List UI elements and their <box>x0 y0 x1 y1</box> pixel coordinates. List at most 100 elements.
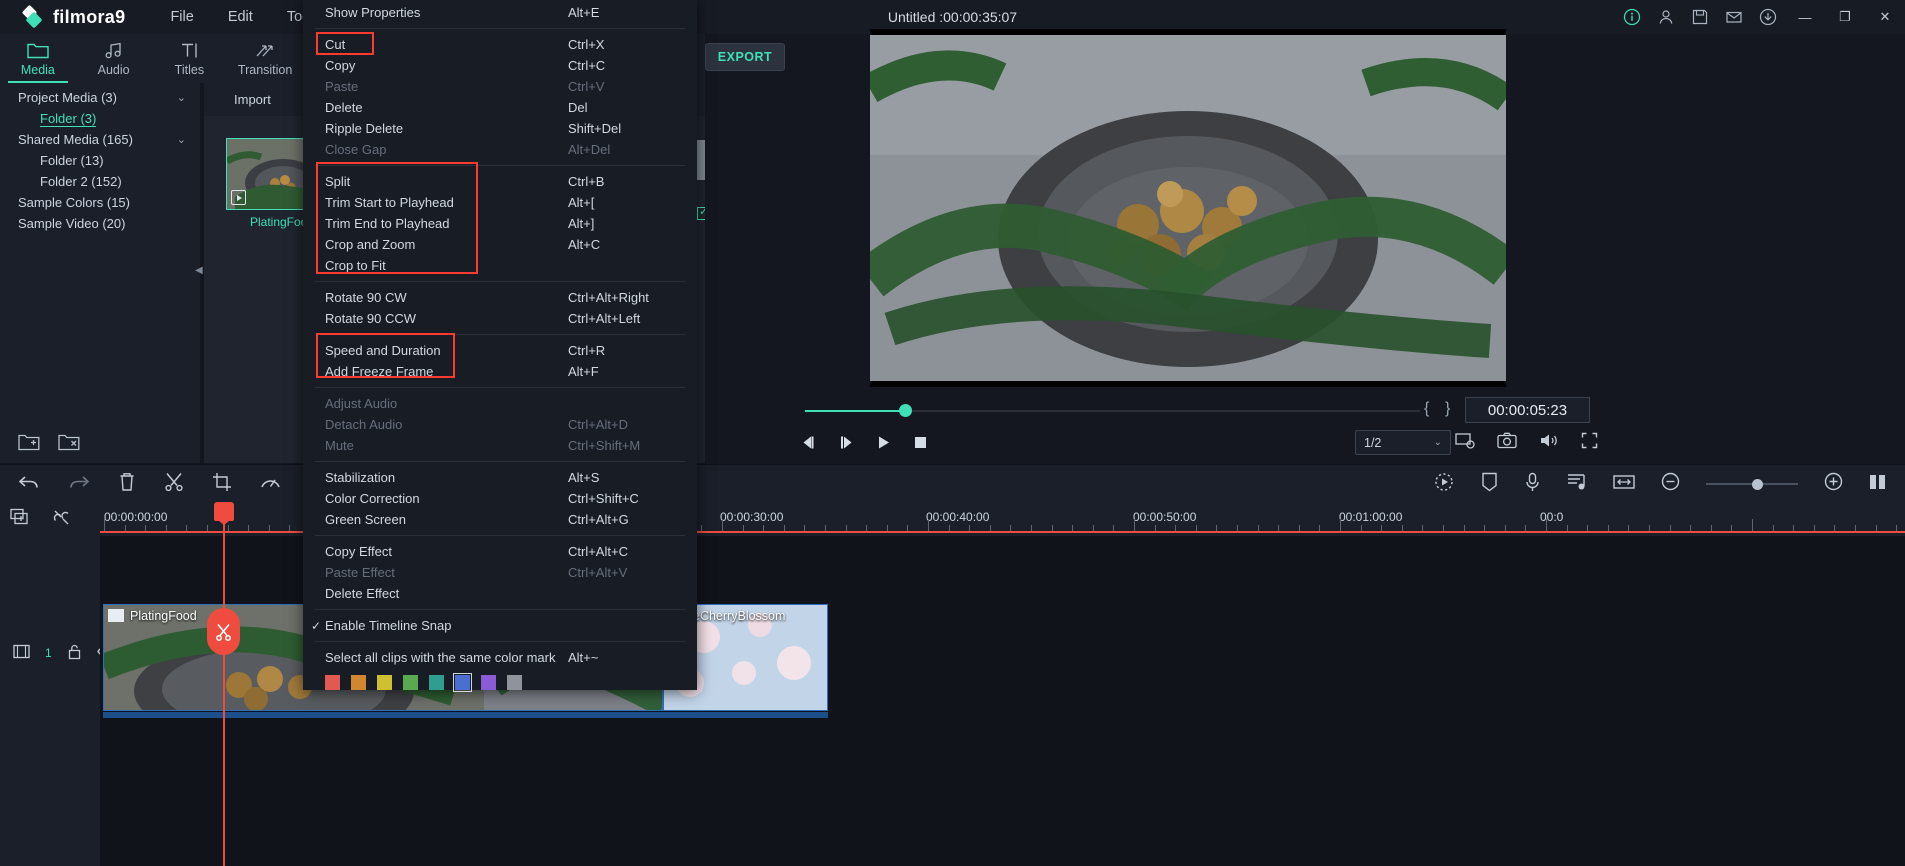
tree-item-sample-colors[interactable]: Sample Colors (15) <box>0 192 200 213</box>
redo-icon[interactable] <box>68 473 90 496</box>
tree-item-folder-13[interactable]: Folder (13) <box>0 150 200 171</box>
seek-handle[interactable] <box>899 404 912 417</box>
menu-item-ripple-delete[interactable]: Ripple Delete Shift+Del <box>303 118 697 139</box>
menu-item-green-screen[interactable]: Green Screen Ctrl+Alt+G <box>303 509 697 530</box>
menu-item-select-all-clips-with-the-same-color-mark[interactable]: Select all clips with the same color mar… <box>303 647 697 668</box>
import-button[interactable]: Import <box>234 92 271 107</box>
marker-icon[interactable] <box>1481 472 1498 497</box>
color-mark-swatch[interactable] <box>429 675 444 690</box>
menu-item-rotate-90-cw[interactable]: Rotate 90 CW Ctrl+Alt+Right <box>303 287 697 308</box>
menu-item-delete-effect[interactable]: Delete Effect <box>303 583 697 604</box>
mark-out-icon[interactable]: } <box>1445 400 1450 418</box>
audio-mix-icon[interactable] <box>1567 472 1587 497</box>
maximize-button[interactable]: ❐ <box>1825 0 1865 34</box>
volume-icon[interactable] <box>1539 432 1559 454</box>
tab-media[interactable]: Media <box>0 34 76 83</box>
split-at-playhead-button[interactable] <box>207 608 240 655</box>
playhead-handle[interactable] <box>214 502 234 525</box>
mic-icon[interactable] <box>1524 472 1541 497</box>
timeline-zoom-slider[interactable] <box>1706 477 1798 491</box>
save-icon[interactable] <box>1683 0 1717 34</box>
lock-icon[interactable] <box>67 644 82 663</box>
chevron-down-icon[interactable]: ⌄ <box>177 91 186 104</box>
delete-folder-icon[interactable] <box>58 433 80 456</box>
clip-context-menu[interactable]: Show Properties Alt+E Cut Ctrl+X Copy Ctrl+C P… <box>303 0 697 692</box>
menu-item-trim-end-to-playhead[interactable]: Trim End to Playhead Alt+] <box>303 213 697 234</box>
render-preview-icon[interactable] <box>1455 432 1475 454</box>
video-preview[interactable] <box>870 29 1506 387</box>
next-frame-icon[interactable] <box>838 435 855 455</box>
crop-icon[interactable] <box>212 472 232 497</box>
menu-item-delete[interactable]: Delete Del <box>303 97 697 118</box>
tab-titles[interactable]: Titles <box>152 34 228 83</box>
tree-item-sample-video[interactable]: Sample Video (20) <box>0 213 200 234</box>
menu-file[interactable]: File <box>153 0 210 34</box>
fullscreen-icon[interactable] <box>1581 432 1598 454</box>
download-icon[interactable] <box>1751 0 1785 34</box>
menu-item-speed-and-duration[interactable]: Speed and Duration Ctrl+R <box>303 340 697 361</box>
menu-item-cut[interactable]: Cut Ctrl+X <box>303 34 697 55</box>
tab-audio[interactable]: Audio <box>76 34 152 83</box>
play-icon[interactable] <box>876 435 892 455</box>
preview-ratio-select[interactable]: 1/2 ⌄ <box>1355 430 1451 455</box>
chevron-down-icon[interactable]: ⌄ <box>1434 437 1442 448</box>
preview-seek-bar[interactable]: { } <box>800 400 1450 422</box>
tree-item-project-media[interactable]: Project Media (3) ⌄ <box>0 87 200 108</box>
stop-icon[interactable] <box>913 435 928 455</box>
menu-item-trim-start-to-playhead[interactable]: Trim Start to Playhead Alt+[ <box>303 192 697 213</box>
menu-item-crop-and-zoom[interactable]: Crop and Zoom Alt+C <box>303 234 697 255</box>
fit-timeline-icon[interactable] <box>1613 473 1635 496</box>
color-mark-swatch[interactable] <box>481 675 496 690</box>
menu-item-stabilization[interactable]: Stabilization Alt+S <box>303 467 697 488</box>
mark-in-icon[interactable]: { <box>1424 400 1429 418</box>
new-folder-icon[interactable] <box>18 433 40 456</box>
add-track-icon[interactable] <box>10 508 32 531</box>
export-button[interactable]: EXPORT <box>705 43 785 71</box>
color-mark-swatch[interactable] <box>403 675 418 690</box>
menu-item-crop-to-fit[interactable]: Crop to Fit <box>303 255 697 276</box>
color-mark-swatch[interactable] <box>507 675 522 690</box>
color-mark-swatch[interactable] <box>325 675 340 690</box>
timeline-view-icon[interactable] <box>1869 473 1887 496</box>
speed-icon[interactable] <box>260 473 281 496</box>
menu-item-label: Delete Effect <box>325 586 400 601</box>
zoom-in-icon[interactable] <box>1824 472 1843 496</box>
tree-item-folder2-152[interactable]: Folder 2 (152) <box>0 171 200 192</box>
tab-transition[interactable]: Transition <box>227 34 303 83</box>
menu-item-copy-effect[interactable]: Copy Effect Ctrl+Alt+C <box>303 541 697 562</box>
timeline-playhead[interactable] <box>207 502 240 866</box>
render-icon[interactable] <box>1433 472 1455 497</box>
close-button[interactable]: ✕ <box>1865 0 1905 34</box>
tree-item-shared-media[interactable]: Shared Media (165) ⌄ <box>0 129 200 150</box>
delete-icon[interactable] <box>118 472 136 496</box>
unlink-icon[interactable] <box>52 508 72 531</box>
mail-icon[interactable] <box>1717 0 1751 34</box>
menu-item-color-correction[interactable]: Color Correction Ctrl+Shift+C <box>303 488 697 509</box>
menu-item-rotate-90-ccw[interactable]: Rotate 90 CCW Ctrl+Alt+Left <box>303 308 697 329</box>
snapshot-icon[interactable] <box>1497 432 1517 454</box>
info-icon[interactable] <box>1615 0 1649 34</box>
menu-item-add-freeze-frame[interactable]: Add Freeze Frame Alt+F <box>303 361 697 382</box>
collapse-panel-icon[interactable]: ◀ <box>195 265 203 276</box>
undo-icon[interactable] <box>18 473 40 496</box>
menu-edit[interactable]: Edit <box>211 0 270 34</box>
zoom-out-icon[interactable] <box>1661 472 1680 496</box>
chevron-down-icon[interactable]: ⌄ <box>177 133 186 146</box>
color-mark-swatch[interactable] <box>453 673 472 692</box>
color-mark-swatch[interactable] <box>351 675 366 690</box>
menu-item-shortcut: Ctrl+Alt+C <box>568 544 628 559</box>
menu-item-show-properties[interactable]: Show Properties Alt+E <box>303 2 697 23</box>
color-mark-swatch[interactable] <box>377 675 392 690</box>
preview-timecode[interactable]: 00:00:05:23 <box>1465 397 1590 423</box>
menu-separator <box>315 281 685 282</box>
split-icon[interactable] <box>164 472 184 496</box>
zoom-slider-handle[interactable] <box>1751 479 1763 490</box>
menu-item-copy[interactable]: Copy Ctrl+C <box>303 55 697 76</box>
menu-item-split[interactable]: Split Ctrl+B <box>303 171 697 192</box>
prev-frame-icon[interactable] <box>800 435 817 455</box>
account-icon[interactable] <box>1649 0 1683 34</box>
minimize-button[interactable]: — <box>1785 0 1825 34</box>
menu-item-enable-timeline-snap[interactable]: ✓ Enable Timeline Snap <box>303 615 697 636</box>
menu-item-label: Speed and Duration <box>325 343 441 358</box>
tree-item-folder-3[interactable]: Folder (3) <box>0 108 200 129</box>
